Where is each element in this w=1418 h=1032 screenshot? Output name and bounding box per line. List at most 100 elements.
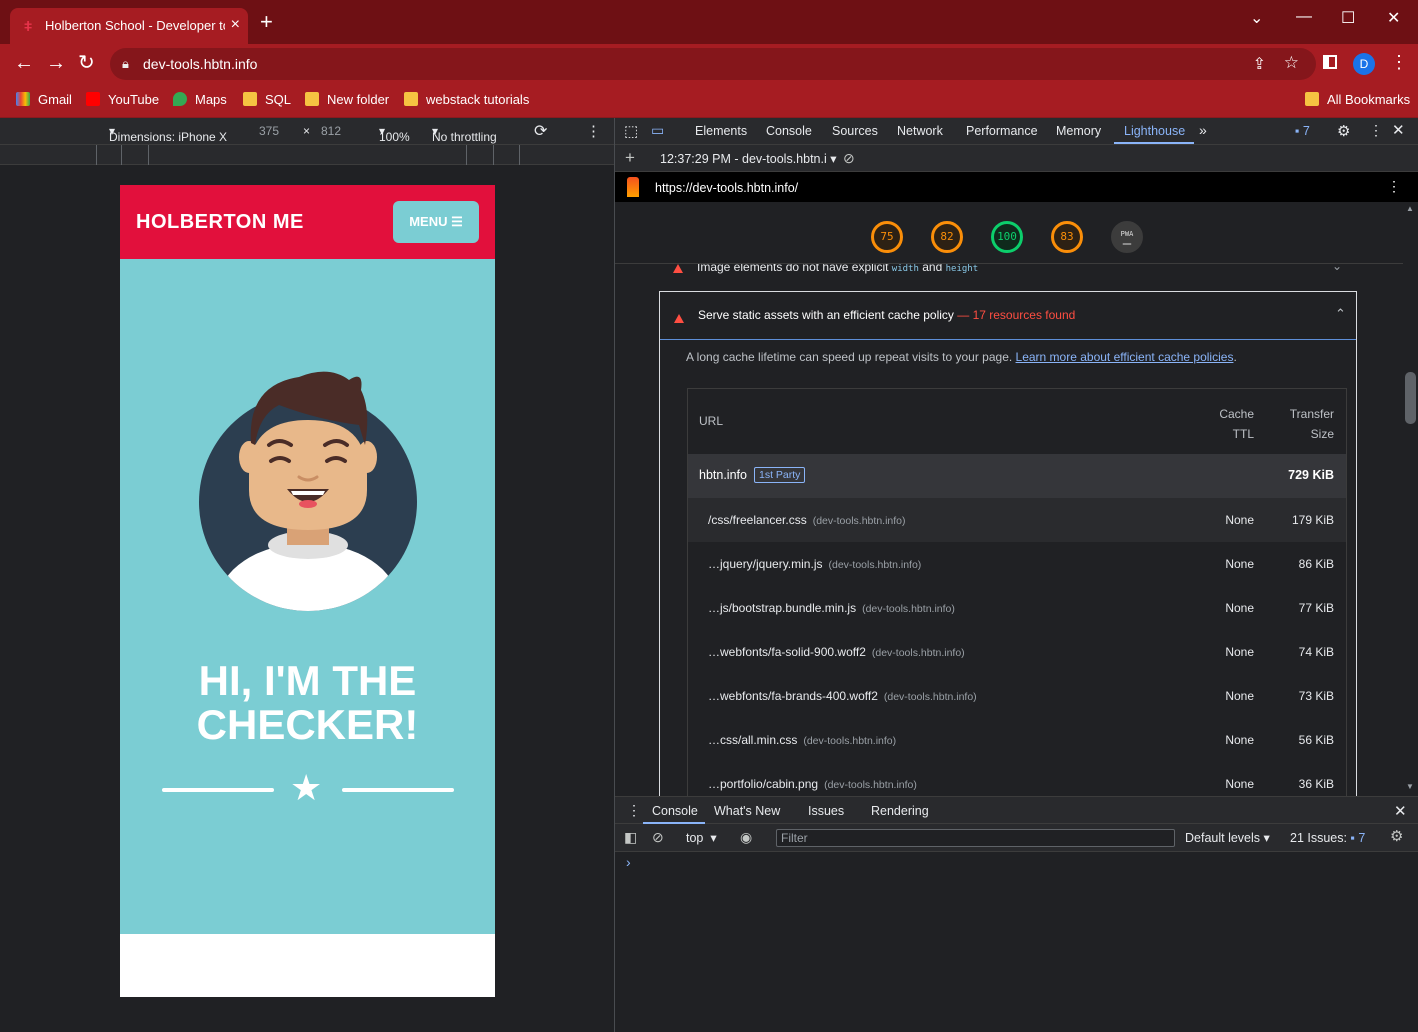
devtools-menu-icon[interactable]: ⋮ <box>1369 122 1383 139</box>
zoom-select[interactable]: 100% ▾ <box>379 124 410 144</box>
bookmark-label: YouTube <box>108 92 160 107</box>
score-seo[interactable]: 83 <box>1051 221 1083 253</box>
new-report-icon[interactable]: + <box>625 149 635 166</box>
context-select[interactable]: top ▾ <box>686 831 717 845</box>
score-pwa[interactable]: PWA – <box>1111 221 1143 253</box>
folder-icon <box>1305 92 1319 106</box>
inspect-element-icon[interactable]: ⬚ <box>624 122 638 140</box>
browser-tab[interactable]: ǂ Holberton School - Developer tools × <box>10 8 248 44</box>
table-row[interactable]: …portfolio/cabin.png (dev-tools.hbtn.info… <box>688 762 1346 796</box>
tab-performance[interactable]: Performance <box>966 124 1038 138</box>
tab-elements[interactable]: Elements <box>695 124 747 138</box>
settings-gear-icon[interactable]: ⚙ <box>1337 122 1350 140</box>
score-best-practices[interactable]: 100 <box>991 221 1023 253</box>
drawer-close-icon[interactable]: ✕ <box>1394 802 1407 820</box>
drawer-tab-issues[interactable]: Issues <box>808 804 844 818</box>
all-bookmarks[interactable]: All Bookmarks <box>1305 92 1410 107</box>
table-row[interactable]: …webfonts/fa-solid-900.woff2 (dev-tools.h… <box>688 630 1346 674</box>
share-icon[interactable]: ⇪ <box>1253 54 1266 74</box>
profile-avatar[interactable]: D <box>1353 53 1375 75</box>
address-url[interactable]: dev-tools.hbtn.info <box>143 56 257 72</box>
report-select[interactable]: 12:37:29 PM - dev-tools.hbtn.i ▾ <box>660 152 837 166</box>
address-bar[interactable]: 🔒︎ dev-tools.hbtn.info ⇪ ☆ <box>110 48 1316 80</box>
lighthouse-url-bar: https://dev-tools.hbtn.info/ ⋮ <box>615 172 1418 202</box>
tab-console[interactable]: Console <box>766 124 812 138</box>
tab-lighthouse[interactable]: Lighthouse <box>1124 124 1185 138</box>
table-header: URL Cache TTL Transfer Size <box>688 389 1346 454</box>
rotate-icon[interactable]: ⟳ <box>534 121 547 141</box>
score-accessibility[interactable]: 82 <box>931 221 963 253</box>
console-sidebar-icon[interactable]: ◧ <box>624 830 637 844</box>
party-badge: 1st Party <box>754 467 806 483</box>
learn-more-link[interactable]: Learn more about efficient cache policie… <box>1016 350 1234 364</box>
minimize-button[interactable]: — <box>1296 8 1312 26</box>
device-more-icon[interactable]: ⋮ <box>586 122 601 140</box>
device-dimensions-select[interactable]: Dimensions: iPhone X ▾ <box>109 124 227 144</box>
new-tab-button[interactable]: + <box>260 11 273 33</box>
bookmark-gmail[interactable]: Gmail <box>16 92 72 107</box>
table-row[interactable]: …webfonts/fa-brands-400.woff2 (dev-tools.… <box>688 674 1346 718</box>
bookmark-youtube[interactable]: YouTube <box>86 92 159 107</box>
audit-warning-icon <box>674 310 684 328</box>
log-levels-select[interactable]: Default levels ▾ <box>1185 831 1270 845</box>
tab-close-icon[interactable]: × <box>231 16 240 34</box>
clear-console-icon[interactable]: ⊘ <box>652 830 664 844</box>
drawer-tab-whats-new[interactable]: What's New <box>714 804 780 818</box>
table-row[interactable]: …css/all.min.css (dev-tools.hbtn.info) Non… <box>688 718 1346 762</box>
reload-button[interactable]: ↻ <box>78 52 95 74</box>
drawer-menu-icon[interactable]: ⋮ <box>627 802 641 819</box>
side-panel-icon[interactable] <box>1323 55 1337 69</box>
scroll-up-icon[interactable]: ▲ <box>1406 204 1414 213</box>
device-toggle-icon[interactable]: ▭ <box>651 122 664 139</box>
bookmark-new-folder[interactable]: New folder <box>305 92 389 107</box>
prev-audit-title[interactable]: Image elements do not have explicit widt… <box>697 264 978 274</box>
table-row-party[interactable]: hbtn.info 1st Party 729 KiB <box>688 454 1346 498</box>
bookmark-sql[interactable]: SQL <box>243 92 291 107</box>
live-expression-eye-icon[interactable]: ◉ <box>740 830 752 844</box>
drawer-tab-rendering[interactable]: Rendering <box>871 804 929 818</box>
scrollbar-thumb[interactable] <box>1405 372 1416 424</box>
back-button[interactable]: ← <box>14 52 34 74</box>
browser-menu-icon[interactable]: ⋮ <box>1390 52 1408 73</box>
clear-reports-icon[interactable]: ⊘ <box>843 151 855 165</box>
report-menu-icon[interactable]: ⋮ <box>1387 178 1401 195</box>
tab-search-icon[interactable]: ⌄ <box>1250 8 1263 28</box>
console-issues-button[interactable]: 21 Issues: ▪ 7 <box>1290 831 1365 845</box>
throttling-select[interactable]: No throttling ▾ <box>432 124 497 144</box>
bookmark-webstack[interactable]: webstack tutorials <box>404 92 529 107</box>
tab-memory[interactable]: Memory <box>1056 124 1101 138</box>
devtools-tabbar: ⬚ ▭ Elements Console Sources Network Per… <box>615 118 1418 145</box>
col-transfer-size: Transfer Size <box>1289 407 1334 441</box>
report-scrollbar[interactable]: ▲ ▼ <box>1403 202 1418 796</box>
issues-badge[interactable]: ▪ 7 <box>1295 124 1310 138</box>
console-filter-input[interactable]: Filter <box>776 829 1175 847</box>
devtools-close-icon[interactable]: ✕ <box>1392 121 1405 139</box>
lock-icon[interactable]: 🔒︎ <box>122 56 129 72</box>
more-tabs-icon[interactable]: » <box>1199 122 1207 138</box>
drawer-tab-console[interactable]: Console <box>652 804 698 818</box>
prev-audit-chevron-icon[interactable]: ⌄ <box>1332 264 1342 273</box>
table-row[interactable]: …js/bootstrap.bundle.min.js (dev-tools.hb… <box>688 586 1346 630</box>
tab-network[interactable]: Network <box>897 124 943 138</box>
console-output[interactable]: › <box>615 852 1418 1032</box>
maximize-button[interactable]: ☐ <box>1341 8 1355 28</box>
forward-button[interactable]: → <box>46 52 66 74</box>
device-height-input[interactable]: 812 <box>321 124 341 138</box>
bookmark-star-icon[interactable]: ☆ <box>1284 53 1299 73</box>
console-prompt[interactable]: › <box>626 854 631 870</box>
audit-header[interactable]: Serve static assets with an efficient ca… <box>660 292 1356 340</box>
site-brand[interactable]: HOLBERTON ME <box>136 211 304 234</box>
table-row[interactable]: …jquery/jquery.min.js (dev-tools.hbtn.inf… <box>688 542 1346 586</box>
scroll-down-icon[interactable]: ▼ <box>1406 782 1414 791</box>
hero-title: HI, I'M THE CHECKER! <box>120 659 495 747</box>
report-url[interactable]: https://dev-tools.hbtn.info/ <box>655 181 798 195</box>
table-row[interactable]: /css/freelancer.css (dev-tools.hbtn.info)… <box>688 498 1346 542</box>
console-settings-icon[interactable]: ⚙ <box>1390 829 1403 844</box>
device-width-input[interactable]: 375 <box>259 124 279 138</box>
window-close-button[interactable]: ✕ <box>1387 8 1400 28</box>
bookmark-maps[interactable]: Maps <box>173 92 227 107</box>
tab-sources[interactable]: Sources <box>832 124 878 138</box>
score-performance[interactable]: 75 <box>871 221 903 253</box>
menu-button[interactable]: MENU ☰ <box>393 201 479 243</box>
collapse-chevron-icon[interactable]: ⌃ <box>1335 306 1346 322</box>
